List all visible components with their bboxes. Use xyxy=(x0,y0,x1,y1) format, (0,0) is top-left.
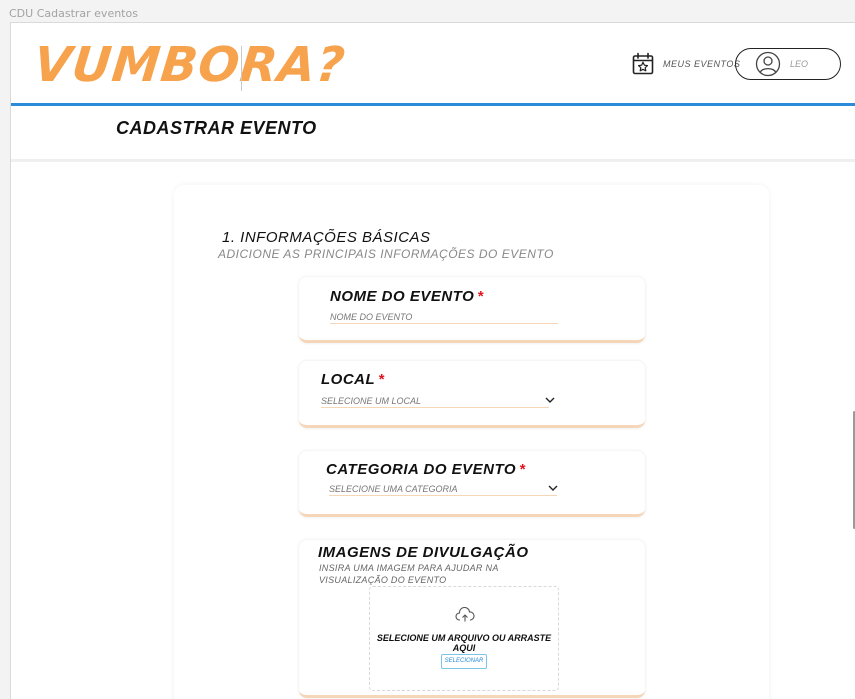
app-frame: VUMBORA? MEUS EVENTOS LEO CADASTRAR EVEN… xyxy=(10,22,855,699)
event-name-field-card: NOME DO EVENTO * NOME DO EVENTO xyxy=(299,277,645,343)
dropzone-text: SELECIONE UM ARQUIVO OU ARRASTE AQUI xyxy=(376,633,552,653)
logo-divider xyxy=(241,46,242,91)
upload-cloud-icon xyxy=(455,607,475,622)
images-label: IMAGENS DE DIVULGAÇÃO xyxy=(318,544,529,561)
chevron-down-icon[interactable] xyxy=(545,397,555,403)
required-asterisk: * xyxy=(477,288,484,305)
page-title: CADASTRAR EVENTO xyxy=(116,118,317,138)
category-label-text: CATEGORIA DO EVENTO xyxy=(326,461,517,478)
location-field-card: LOCAL * SELECIONE UM LOCAL xyxy=(299,361,645,428)
images-description: INSIRA UMA IMAGEM PARA AJUDAR NA VISUALI… xyxy=(319,563,499,585)
chevron-down-icon[interactable] xyxy=(548,485,558,491)
category-field-card: CATEGORIA DO EVENTO * SELECIONE UMA CATEG… xyxy=(299,451,645,517)
location-label-text: LOCAL xyxy=(321,371,376,388)
header: VUMBORA? MEUS EVENTOS LEO xyxy=(11,23,855,106)
event-form-card: 1. INFORMAÇÕES BÁSICAS ADICIONE AS PRINC… xyxy=(174,185,769,699)
event-name-input[interactable]: NOME DO EVENTO xyxy=(330,307,558,324)
section-subtitle: ADICIONE AS PRINCIPAIS INFORMAÇÕES DO EV… xyxy=(218,247,554,261)
category-label: CATEGORIA DO EVENTO * xyxy=(326,461,525,478)
user-avatar-icon xyxy=(755,51,781,77)
event-name-label: NOME DO EVENTO * xyxy=(330,288,484,305)
my-events-label: MEUS EVENTOS xyxy=(663,59,741,69)
my-events-link[interactable]: MEUS EVENTOS xyxy=(631,51,740,77)
window-title: CDU Cadastrar eventos xyxy=(9,7,138,20)
select-file-button[interactable]: SELECIONAR xyxy=(441,654,487,669)
required-asterisk: * xyxy=(519,461,526,478)
event-name-label-text: NOME DO EVENTO xyxy=(330,288,475,305)
location-label: LOCAL * xyxy=(321,371,385,388)
category-select[interactable]: SELECIONE UMA CATEGORIA xyxy=(329,479,557,496)
user-name: LEO xyxy=(790,59,809,69)
required-asterisk: * xyxy=(378,371,385,388)
location-select[interactable]: SELECIONE UM LOCAL xyxy=(321,391,549,408)
image-dropzone[interactable]: SELECIONE UM ARQUIVO OU ARRASTE AQUI SEL… xyxy=(369,586,559,691)
logo[interactable]: VUMBORA? xyxy=(31,37,348,93)
images-field-card: IMAGENS DE DIVULGAÇÃO INSIRA UMA IMAGEM … xyxy=(299,540,645,698)
page-title-bar: CADASTRAR EVENTO xyxy=(11,106,855,162)
user-menu-button[interactable]: LEO xyxy=(735,48,841,80)
calendar-star-icon xyxy=(632,52,654,75)
section-title: 1. INFORMAÇÕES BÁSICAS xyxy=(222,229,431,246)
